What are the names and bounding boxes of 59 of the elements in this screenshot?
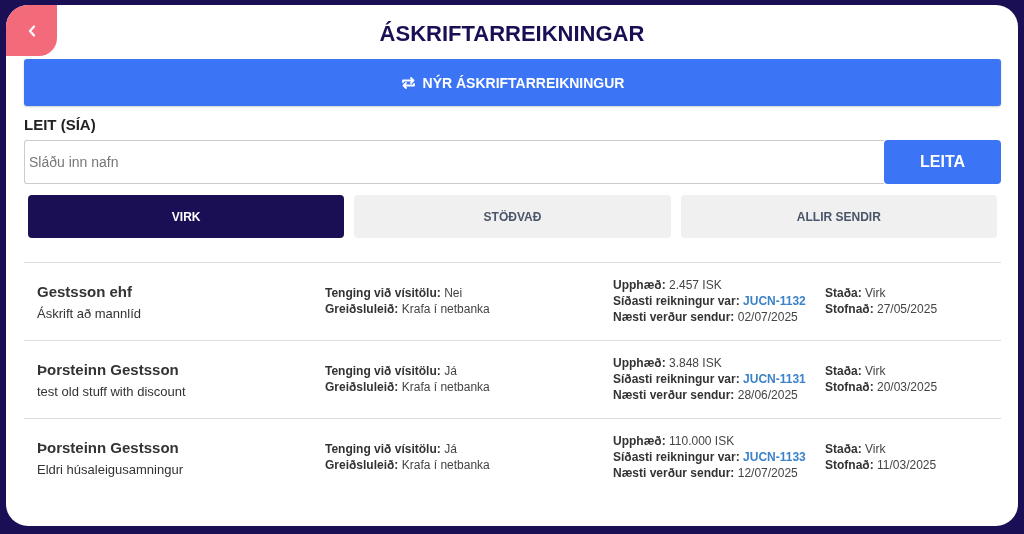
field-label: Upphæð: xyxy=(613,278,666,292)
field-label: Staða: xyxy=(825,286,862,300)
subscription-description: Eldri húsaleigusamningur xyxy=(37,461,184,477)
customer-name: Gestsson ehf xyxy=(37,282,134,300)
field-value: Krafa í netbanka xyxy=(401,380,490,394)
back-button[interactable] xyxy=(6,5,57,56)
field-value: 28/06/2025 xyxy=(737,388,798,402)
field-label: Síðasti reikningur var: xyxy=(613,294,740,308)
page-title: ÁSKRIFTARREIKNINGAR xyxy=(379,20,645,41)
field-label: Upphæð: xyxy=(613,434,666,448)
search-field[interactable]: Sláðu inn nafn xyxy=(24,140,884,184)
field-value: Virk xyxy=(865,364,886,378)
field-label: Síðasti reikningur var: xyxy=(613,450,740,464)
field-value: 3.848 ISK xyxy=(669,356,722,370)
subscription-description: Áskrift að mannlíd xyxy=(37,305,143,321)
filter-tab[interactable]: STÖÐVAÐ xyxy=(354,195,671,238)
customer-name: Þorsteinn Gestsson xyxy=(37,438,180,456)
field-value: 27/05/2025 xyxy=(877,302,938,316)
field-label: Stofnað: xyxy=(825,380,874,394)
field-value: Já xyxy=(444,364,457,378)
field-label: Næsti verður sendur: xyxy=(613,388,735,402)
customer-name: Þorsteinn Gestsson xyxy=(37,360,180,378)
field-label: Tenging við vísitölu: xyxy=(325,442,441,456)
field-label: Upphæð: xyxy=(613,356,666,370)
field-value: 110.000 ISK xyxy=(669,434,735,448)
field-value: 2.457 ISK xyxy=(669,278,722,292)
field-value: Nei xyxy=(444,286,463,300)
invoice-link[interactable]: JUCN-1131 xyxy=(743,372,806,386)
field-label: Staða: xyxy=(825,364,862,378)
field-value: 20/03/2025 xyxy=(877,380,938,394)
new-subscription-button[interactable]: NÝR ÁSKRIFTARREIKNINGUR xyxy=(24,59,1001,106)
field-label: Staða: xyxy=(825,442,862,456)
field-label: Tenging við vísitölu: xyxy=(325,364,441,378)
field-value: Krafa í netbanka xyxy=(401,458,490,472)
search-label: LEIT (SÍA) xyxy=(24,116,96,133)
field-label: Greiðsluleið: xyxy=(325,458,399,472)
field-value: Virk xyxy=(865,442,886,456)
filter-tab[interactable]: ALLIR SENDIR xyxy=(680,195,997,238)
field-label: Næsti verður sendur: xyxy=(613,466,735,480)
search-button[interactable]: LEITA xyxy=(884,140,1001,184)
field-label: Stofnað: xyxy=(825,458,874,472)
filter-tab[interactable]: VIRK xyxy=(28,195,345,238)
field-value: 12/07/2025 xyxy=(737,466,798,480)
subscription-description: test old stuff with discount xyxy=(37,383,187,399)
chevron-left-icon xyxy=(27,24,36,37)
field-label: Greiðsluleið: xyxy=(325,302,399,316)
field-value: 11/03/2025 xyxy=(877,458,937,472)
invoice-link[interactable]: JUCN-1133 xyxy=(743,450,806,464)
field-label: Stofnað: xyxy=(825,302,874,316)
invoice-link[interactable]: JUCN-1132 xyxy=(743,294,806,308)
field-label: Tenging við vísitölu: xyxy=(325,286,441,300)
field-value: Já xyxy=(444,442,457,456)
field-value: Virk xyxy=(865,286,886,300)
swap-arrows-icon xyxy=(400,75,416,90)
field-label: Næsti verður sendur: xyxy=(613,310,735,324)
field-label: Greiðsluleið: xyxy=(325,380,399,394)
field-value: Krafa í netbanka xyxy=(401,302,490,316)
field-label: Síðasti reikningur var: xyxy=(613,372,740,386)
field-value: 02/07/2025 xyxy=(737,310,798,324)
